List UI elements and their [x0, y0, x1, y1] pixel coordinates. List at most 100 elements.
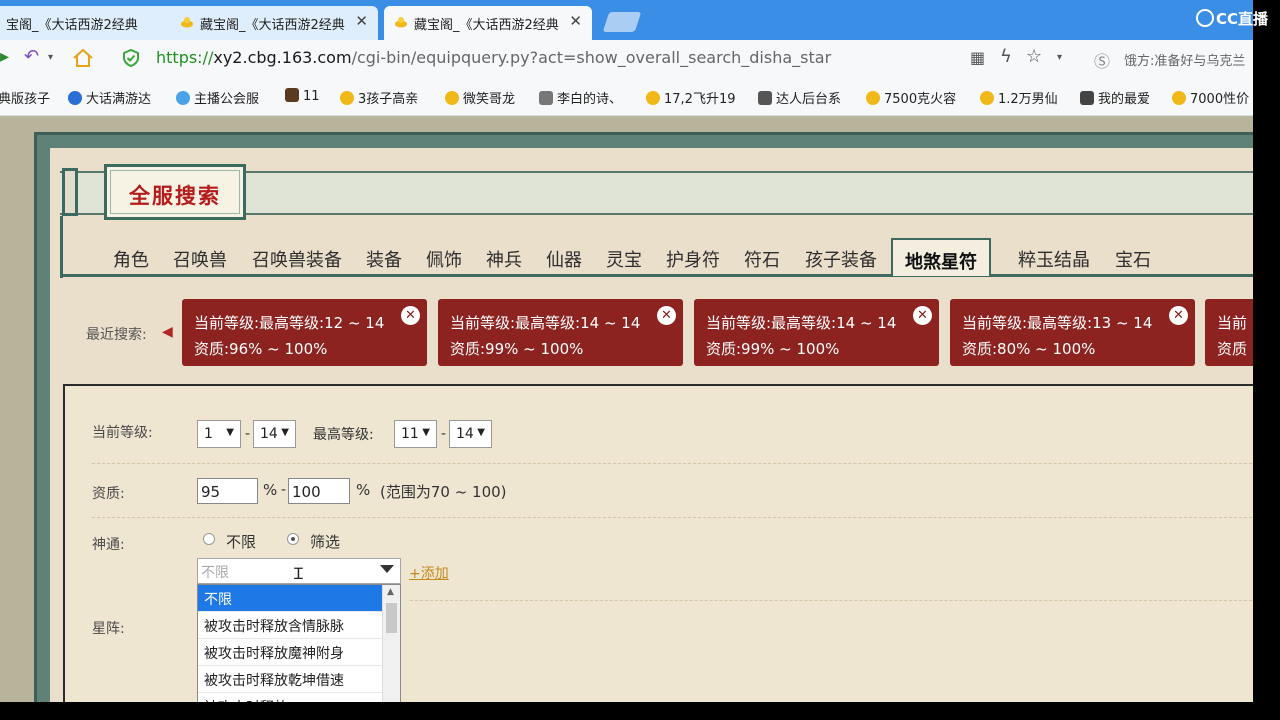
browser-tab-1[interactable]: 宝阁_《大话西游2经典 ✕ — [0, 6, 194, 40]
dropdown-option[interactable]: 被攻击时释放含情脉脉 — [198, 612, 382, 639]
url-scheme: https:// — [156, 48, 214, 67]
dropdown-scrollbar[interactable]: ▲ — [382, 585, 400, 702]
star-icon[interactable]: ☆ — [1026, 46, 1042, 67]
chevron-down-icon[interactable]: ▾ — [1057, 52, 1062, 63]
gold-ingot-icon — [646, 91, 660, 105]
text-cursor-icon: Ɪ — [294, 564, 303, 583]
bookmark-item[interactable]: 大话满游达 — [68, 88, 151, 107]
chevron-down-icon[interactable]: ▾ — [48, 52, 53, 63]
recent-search-chip[interactable]: 当前等级:最高等级:14 ~ 14 资质:99% ~ 100% ✕ — [438, 299, 683, 366]
browser-tab-2[interactable]: 藏宝阁_《大话西游2经典 ✕ — [170, 6, 378, 40]
tab-role[interactable]: 角色 — [113, 246, 149, 272]
tab-immortal-weapon[interactable]: 仙器 — [546, 246, 582, 272]
radio-filter[interactable] — [287, 533, 299, 545]
quality-min-input[interactable]: 95 — [197, 478, 258, 504]
bookmark-item[interactable]: 7000性价 — [1172, 88, 1249, 107]
new-tab-button[interactable] — [602, 12, 642, 32]
xingzhen-label: 星阵: — [92, 621, 125, 637]
bookmark-item[interactable]: 3孩子高亲 — [340, 88, 418, 107]
tab-rune-stone[interactable]: 符石 — [744, 246, 780, 272]
max-level-min-select[interactable]: 11 ▼ — [394, 420, 437, 448]
search-suggestion[interactable]: 饿方:准备好与乌克兰 — [1124, 50, 1245, 69]
tab-bar: 宝阁_《大话西游2经典 ✕ 藏宝阁_《大话西游2经典 ✕ 藏宝阁_《大话西游2经… — [0, 0, 1253, 40]
triangle-left-icon[interactable]: ◀ — [162, 324, 173, 340]
recent-search-chip[interactable]: 当前 资质 — [1205, 299, 1253, 366]
recent-search-chip[interactable]: 当前等级:最高等级:12 ~ 14 资质:96% ~ 100% ✕ — [182, 299, 427, 366]
dropdown-option[interactable]: 不限 — [198, 585, 382, 612]
bookmark-label: 3孩子高亲 — [358, 92, 419, 107]
close-icon[interactable]: ✕ — [657, 306, 676, 325]
recent-search-chip[interactable]: 当前等级:最高等级:13 ~ 14 资质:80% ~ 100% ✕ — [950, 299, 1195, 366]
bookmark-icon — [176, 91, 190, 105]
bookmark-item[interactable]: 主播公会服 — [176, 88, 259, 107]
tab-amulet[interactable]: 护身符 — [666, 246, 720, 272]
tab-equipment[interactable]: 装备 — [366, 246, 402, 272]
scroll-up-icon[interactable]: ▲ — [387, 587, 394, 597]
tab-summon-beast[interactable]: 召唤兽 — [173, 246, 227, 272]
dropdown-arrow-icon[interactable] — [380, 565, 394, 573]
dropdown-option[interactable]: 被攻击时释放乾坤借速 — [198, 666, 382, 693]
page-title: 全服搜索 — [129, 183, 221, 208]
dropdown-arrow-icon: ▼ — [477, 427, 485, 438]
dropdown-arrow-icon: ▼ — [281, 427, 289, 438]
add-link[interactable]: +添加 — [409, 563, 449, 583]
cc-live-logo: CC直播 — [1196, 8, 1268, 29]
bookmark-item[interactable]: 典版孩子 — [0, 88, 50, 107]
level-max-select[interactable]: 14 ▼ — [253, 420, 296, 448]
tab-gem[interactable]: 宝石 — [1115, 246, 1151, 272]
chip-quality-text: 资质:99% ~ 100% — [450, 340, 584, 358]
quality-max-input[interactable]: 100 — [288, 478, 350, 504]
bookmark-item[interactable]: 11 — [285, 88, 320, 104]
tab-divine-weapon[interactable]: 神兵 — [486, 246, 522, 272]
radio-unlimited-label: 不限 — [226, 533, 257, 551]
bookmark-label: 达人后台系 — [776, 92, 842, 107]
bookmark-item[interactable]: 李白的诗、 — [539, 88, 622, 107]
max-level-max-select[interactable]: 14 ▼ — [449, 420, 492, 448]
scroll-thumb[interactable] — [386, 603, 397, 633]
close-icon[interactable]: ✕ — [1169, 306, 1188, 325]
url-field[interactable]: https://xy2.cbg.163.com/cgi-bin/equipque… — [156, 48, 831, 67]
radio-unlimited[interactable] — [203, 533, 215, 545]
dropdown-option[interactable]: 被攻击时释放 — [198, 693, 382, 702]
close-icon[interactable]: ✕ — [569, 12, 582, 30]
lightning-icon[interactable]: ϟ — [1000, 46, 1012, 67]
radio-filter-label: 筛选 — [310, 533, 341, 551]
close-icon[interactable]: ✕ — [401, 306, 420, 325]
screen: 宝阁_《大话西游2经典 ✕ 藏宝阁_《大话西游2经典 ✕ 藏宝阁_《大话西游2经… — [0, 0, 1280, 720]
range-dash: - — [281, 482, 287, 498]
qr-code-icon[interactable]: ▦ — [970, 48, 985, 67]
dropdown-option[interactable]: 被攻击时释放魔神附身 — [198, 639, 382, 666]
home-icon[interactable] — [72, 48, 94, 68]
bookmark-item[interactable]: 1.2万男仙 — [980, 88, 1058, 107]
bookmark-item[interactable]: 达人后台系 — [758, 88, 841, 107]
bookmark-item[interactable]: 我的最爱 — [1080, 88, 1150, 107]
combo-placeholder: 不限 — [201, 565, 229, 581]
level-min-select[interactable]: 1 ▼ — [197, 420, 241, 448]
tab-spirit-treasure[interactable]: 灵宝 — [606, 246, 642, 272]
close-icon[interactable]: ✕ — [355, 12, 368, 30]
gold-ingot-icon — [980, 91, 994, 105]
bookmark-label: 典版孩子 — [0, 92, 51, 107]
tab-accessories[interactable]: 佩饰 — [426, 246, 462, 272]
quality-range-hint: (范围为70 ~ 100) — [380, 483, 507, 501]
current-level-label: 当前等级: — [92, 425, 153, 441]
tab-summon-equipment[interactable]: 召唤兽装备 — [252, 246, 342, 272]
tab-jade-crystal[interactable]: 粹玉结晶 — [1018, 246, 1090, 272]
close-icon[interactable]: ✕ — [913, 306, 932, 325]
tab-disha-star[interactable]: 地煞星符 — [891, 238, 991, 276]
undo-icon[interactable]: ↶ — [24, 46, 39, 67]
chip-level-text: 当前 — [1217, 314, 1248, 332]
bookmark-icon — [68, 91, 82, 105]
forward-icon[interactable]: ▸ — [0, 46, 9, 67]
bookmark-label: 主播公会服 — [194, 92, 260, 107]
tab-child-equipment[interactable]: 孩子装备 — [805, 246, 877, 272]
search-engine-icon[interactable]: Ⓢ — [1094, 48, 1110, 72]
bookmark-item[interactable]: 7500克火容 — [866, 88, 956, 107]
url-host: xy2.cbg.163.com — [213, 48, 352, 67]
recent-search-chip[interactable]: 当前等级:最高等级:14 ~ 14 资质:99% ~ 100% ✕ — [694, 299, 939, 366]
dropdown-arrow-icon: ▼ — [422, 427, 430, 438]
bookmark-item[interactable]: 微笑哥龙 — [445, 88, 515, 107]
gold-ingot-icon — [866, 91, 880, 105]
browser-tab-3-active[interactable]: 藏宝阁_《大话西游2经典 ✕ — [384, 6, 592, 40]
bookmark-item[interactable]: 17,2飞升19 — [646, 88, 736, 107]
